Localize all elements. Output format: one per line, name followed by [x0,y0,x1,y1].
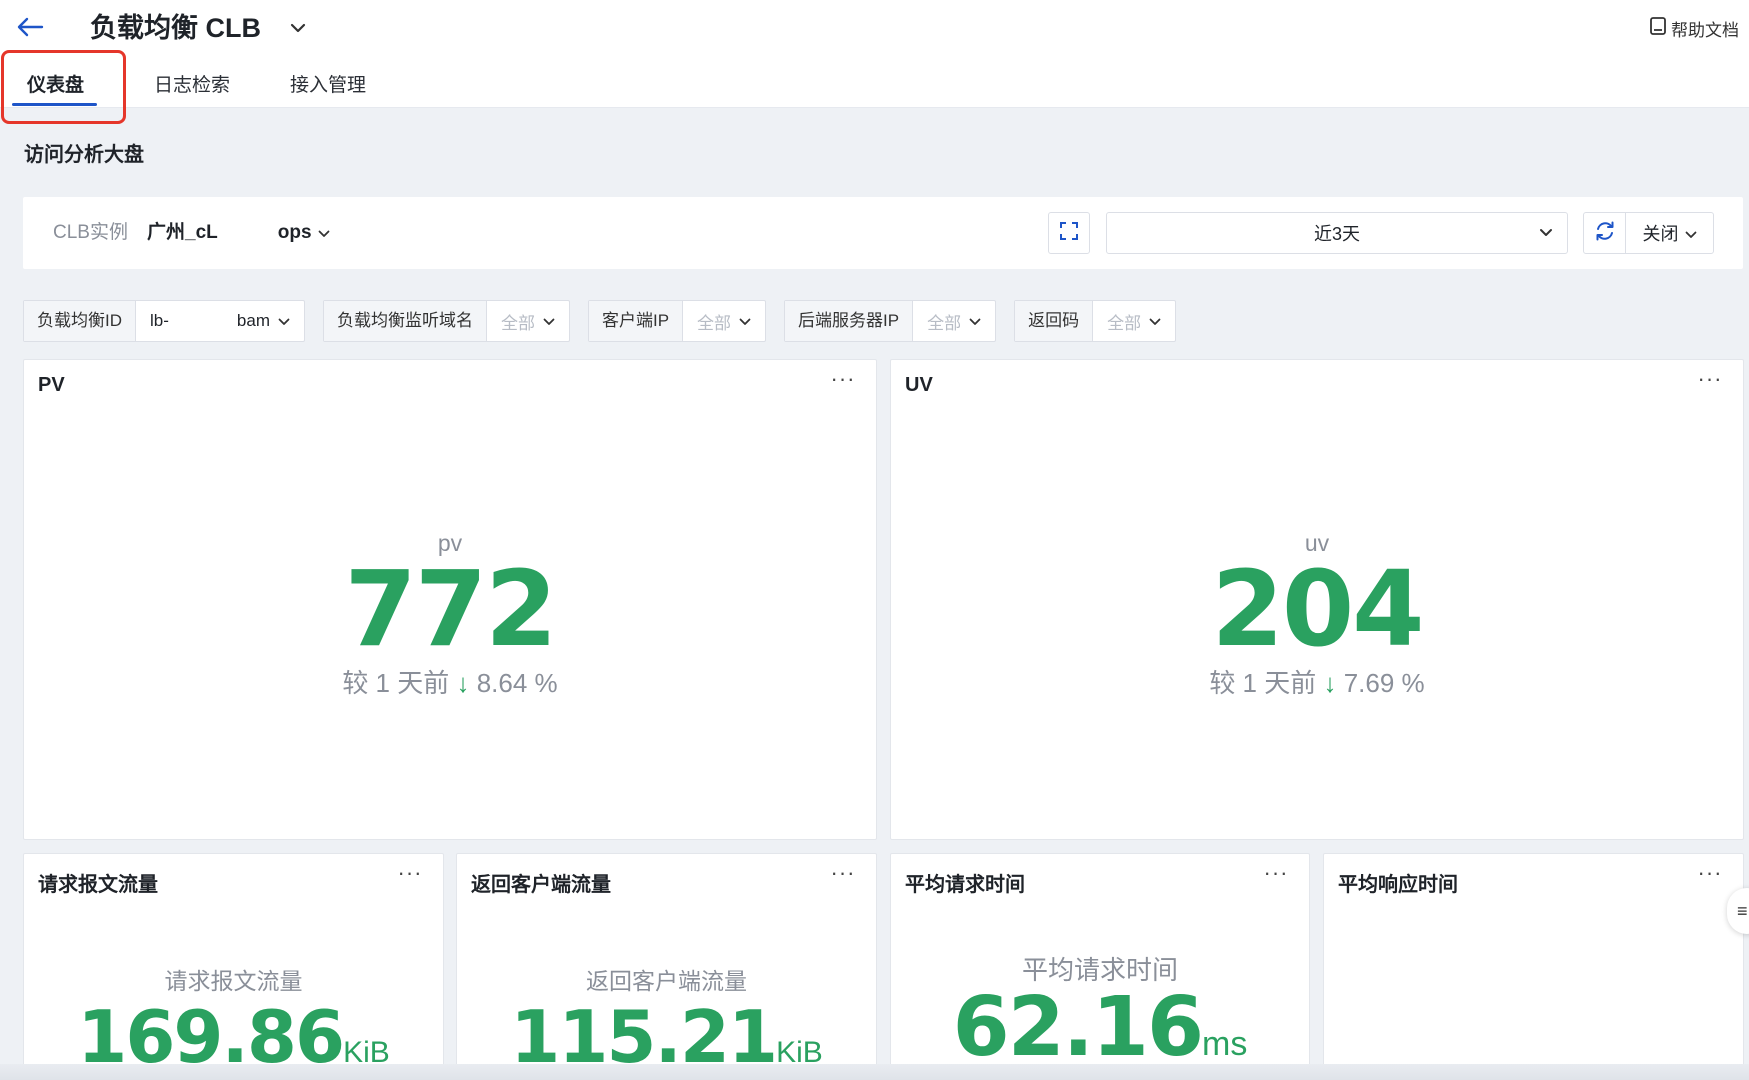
comparison-value: 7.69 % [1343,668,1425,698]
help-docs-label: 帮助文档 [1671,20,1739,40]
response-traffic-card: 返回客户端流量 ··· 返回客户端流量 115.21KiB [456,853,877,1080]
chevron-down-icon [278,311,290,331]
card-title: 返回客户端流量 [471,874,611,896]
uv-card: UV ··· uv 204 较 1 天前 ↓ 7.69 % [890,359,1744,840]
filter-listener-domain: 负载均衡监听域名 全部 [322,300,570,342]
refresh-button[interactable] [1584,213,1626,253]
more-options-icon[interactable]: ··· [1693,862,1727,888]
metric-value: 772 [344,548,557,670]
chevron-down-icon [739,311,751,331]
tab-dashboard[interactable]: 仪表盘 [0,64,109,108]
fullscreen-icon [1059,221,1079,246]
auto-refresh-group: 关闭 [1583,212,1714,254]
refresh-interval-select[interactable]: 关闭 [1626,213,1713,253]
filter-value-end: bam [236,311,270,330]
filter-status-code-select[interactable]: 全部 [1093,301,1175,341]
card-title: 请求报文流量 [38,874,158,896]
filter-row: 负载均衡ID lb- bam 负载均衡监听域名 全部 客户端IP 全部 后端服务 [23,300,1177,342]
filter-backend-ip-select[interactable]: 全部 [913,301,995,341]
card-title: 平均响应时间 [1338,874,1458,896]
more-options-icon[interactable]: ··· [1259,862,1293,888]
chevron-down-icon [1149,311,1161,331]
section-title: 访问分析大盘 [24,144,144,166]
filter-value: 全部 [1107,313,1142,333]
metric-unit: ms [1202,1025,1248,1063]
refresh-icon [1594,220,1616,247]
request-traffic-card: 请求报文流量 ··· 请求报文流量 169.86KiB [23,853,444,1080]
control-bar: CLB实例 广州_cL ops 近3天 关闭 [23,197,1743,269]
filter-status-code: 返回码 全部 [1014,300,1177,342]
comparison-prefix: 较 1 天前 [342,668,450,698]
filter-value: 全部 [697,313,732,333]
metric-block: 请求报文流量 169.86KiB [24,962,443,1080]
comparison-prefix: 较 1 天前 [1209,668,1317,698]
clb-instance-value-start: 广州_cL [147,222,218,243]
card-title: 平均请求时间 [905,874,1025,896]
metric-block: uv 204 较 1 天前 ↓ 7.69 % [891,530,1743,700]
tab-log-search[interactable]: 日志检索 [109,64,260,108]
filter-listener-domain-select[interactable]: 全部 [487,301,569,341]
menu-icon: ≡ [1737,901,1748,921]
filter-value: 全部 [500,313,535,333]
chevron-down-icon [543,311,555,331]
chevron-down-icon[interactable] [284,14,312,42]
chevron-down-icon [1685,223,1697,244]
card-title: UV [905,374,933,396]
document-icon [1649,16,1667,41]
down-arrow-icon: ↓ [456,668,470,698]
metric-block: pv 772 较 1 天前 ↓ 8.64 % [24,530,876,700]
redaction-mask [223,223,272,243]
more-options-icon[interactable]: ··· [1693,368,1727,394]
filter-backend-ip: 后端服务器IP 全部 [784,300,997,342]
filter-value: 全部 [927,313,962,333]
help-docs-link[interactable]: 帮助文档 [1649,14,1739,42]
card-title: PV [38,374,65,396]
metric-comparison: 较 1 天前 ↓ 7.69 % [891,663,1743,700]
chevron-down-icon [318,197,330,269]
avg-request-time-card: 平均请求时间 ··· 平均请求时间 62.16ms [890,853,1310,1080]
filter-label: 负载均衡监听域名 [323,301,487,341]
filter-label: 客户端IP [588,301,684,341]
more-options-icon[interactable]: ··· [826,862,860,888]
filter-value-start: lb- [150,311,169,330]
metric-value: 204 [1211,548,1424,670]
time-range-value: 近3天 [1313,224,1360,244]
pv-card: PV ··· pv 772 较 1 天前 ↓ 8.64 % [23,359,877,840]
tab-access-management[interactable]: 接入管理 [260,64,392,108]
filter-label: 返回码 [1015,301,1094,341]
page-title: 负载均衡 CLB [90,13,261,43]
filter-client-ip-select[interactable]: 全部 [683,301,765,341]
tab-bar: 仪表盘 日志检索 接入管理 [0,64,392,108]
clb-instance-value-end: ops [277,222,312,243]
avg-response-time-card: 平均响应时间 ··· [1323,853,1744,1080]
bottom-edge [0,1064,1749,1080]
fullscreen-button[interactable] [1048,212,1090,254]
metric-block: 平均请求时间 62.16ms [891,950,1309,1080]
more-options-icon[interactable]: ··· [826,368,860,394]
down-arrow-icon: ↓ [1323,668,1337,698]
top-bar: 负载均衡 CLB 帮助文档 仪表盘 日志检索 接入管理 [0,0,1749,108]
filter-label: 后端服务器IP [785,301,914,341]
clb-instance-select[interactable]: 广州_cL ops [147,197,330,269]
filter-client-ip: 客户端IP 全部 [587,300,767,342]
metric-comparison: 较 1 天前 ↓ 8.64 % [24,663,876,700]
back-arrow-icon[interactable] [12,10,48,44]
more-options-icon[interactable]: ··· [393,862,427,888]
chevron-down-icon [1539,224,1553,247]
chevron-down-icon [969,311,981,331]
clb-instance-label: CLB实例 [53,222,128,243]
metric-block: 返回客户端流量 115.21KiB [457,962,876,1080]
metric-label: 请求报文流量 [164,968,303,994]
comparison-value: 8.64 % [476,668,558,698]
metric-number: 62.16 [952,980,1204,1075]
filter-label: 负载均衡ID [24,301,136,341]
metric-label: 返回客户端流量 [586,968,747,994]
filter-lb-id: 负载均衡ID lb- bam [23,300,305,342]
filter-lb-id-select[interactable]: lb- bam [136,301,304,341]
refresh-interval-value: 关闭 [1642,224,1679,244]
time-range-select[interactable]: 近3天 [1106,212,1568,254]
